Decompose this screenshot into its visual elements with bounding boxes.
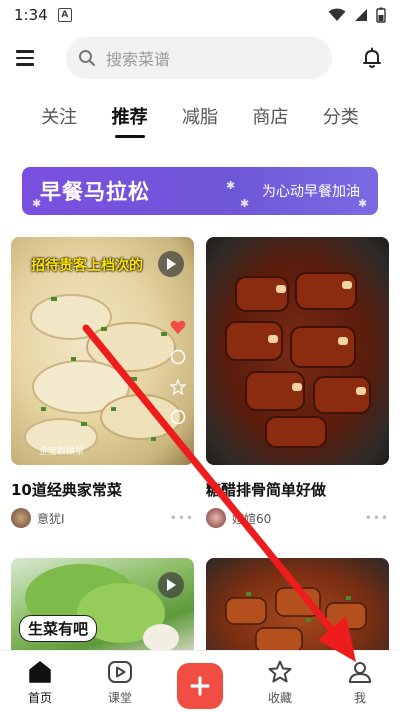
recipe-meta: 意犹I ••• <box>11 508 194 528</box>
banner-title: 早餐马拉松 <box>40 180 150 204</box>
sparkle-icon: ✱ <box>358 197 368 210</box>
tab-categories[interactable]: 分类 <box>323 96 359 136</box>
heart-icon[interactable] <box>170 319 186 335</box>
menu-icon[interactable] <box>16 46 40 70</box>
tab-recommend[interactable]: 推荐 <box>112 96 148 138</box>
recipe-thumbnail: 生菜有吧 <box>11 558 194 658</box>
tab-follow[interactable]: 关注 <box>41 96 77 136</box>
video-play-icon[interactable] <box>158 572 184 598</box>
sparkle-icon: ✱ <box>32 197 42 210</box>
avatar[interactable] <box>11 508 31 528</box>
recipe-meta: 媗媗60 ••• <box>206 508 389 528</box>
sparkle-icon: ✱ <box>226 179 236 192</box>
video-overlay-caption: 招待贵客上档次的 <box>31 258 143 274</box>
banner-subtitle: 为心动早餐加油 <box>262 184 360 200</box>
stirfry-illustration <box>225 587 367 653</box>
search-icon <box>79 50 95 66</box>
home-icon <box>29 661 51 683</box>
notification-a-icon: A <box>57 8 72 22</box>
recipe-card[interactable]: 糖醋排骨简单好做 媗媗60 ••• <box>206 237 389 528</box>
search-placeholder: 搜索菜谱 <box>106 50 171 69</box>
bottom-navigation: 首页 课堂 收藏 我 <box>0 650 400 712</box>
sparkle-icon: ✱ <box>240 197 250 210</box>
nav-favorites[interactable]: 收藏 <box>245 659 315 706</box>
more-options-icon[interactable]: ••• <box>365 511 389 525</box>
search-input[interactable]: 搜索菜谱 <box>66 37 332 79</box>
recipe-card[interactable]: 招待贵客上档次的 金宝教做菜 10道经典家常菜 意犹I ••• <box>11 237 194 528</box>
breakfast-marathon-banner[interactable]: ✱ ✱ ✱ ✱ 早餐马拉松 为心动早餐加油 <box>22 167 378 215</box>
recipe-thumbnail <box>206 237 389 465</box>
top-header: 搜索菜谱 <box>0 34 400 82</box>
person-icon <box>349 662 371 683</box>
star-icon <box>268 660 292 683</box>
add-recipe-button[interactable] <box>177 663 223 709</box>
video-caption-bubble: 生菜有吧 <box>19 615 98 642</box>
nav-favorites-label: 收藏 <box>267 691 292 705</box>
author-name[interactable]: 媗媗60 <box>232 510 271 527</box>
nav-home[interactable]: 首页 <box>5 659 75 706</box>
recipe-card[interactable] <box>206 558 389 658</box>
ribs-illustration <box>225 272 371 448</box>
battery-icon <box>376 7 386 23</box>
nav-me-label: 我 <box>353 691 366 705</box>
bell-icon[interactable] <box>360 46 384 70</box>
video-play-icon[interactable] <box>158 251 184 277</box>
status-bar: 1:34 A <box>0 0 400 30</box>
author-name[interactable]: 意犹I <box>37 510 65 527</box>
plus-icon <box>190 676 210 696</box>
comment-icon[interactable] <box>170 349 186 365</box>
nav-classroom-label: 课堂 <box>107 691 132 705</box>
video-side-actions <box>170 319 186 425</box>
video-watermark: 金宝教做菜 <box>39 447 85 457</box>
more-options-icon[interactable]: ••• <box>170 511 194 525</box>
signal-icon <box>355 9 367 21</box>
wifi-icon <box>328 8 346 21</box>
tab-shop[interactable]: 商店 <box>252 96 288 136</box>
nav-me[interactable]: 我 <box>325 659 395 706</box>
recipe-card[interactable]: 生菜有吧 <box>11 558 194 658</box>
category-tabs: 关注 推荐 减脂 商店 分类 <box>0 96 400 140</box>
status-icons <box>328 7 386 23</box>
nav-home-label: 首页 <box>27 691 52 705</box>
recipe-title[interactable]: 糖醋排骨简单好做 <box>206 479 389 500</box>
avatar[interactable] <box>206 508 226 528</box>
recipe-thumbnail <box>206 558 389 658</box>
nav-classroom[interactable]: 课堂 <box>85 659 155 706</box>
share-icon[interactable] <box>170 409 186 425</box>
tab-diet[interactable]: 减脂 <box>182 96 218 136</box>
nav-add[interactable] <box>165 659 235 709</box>
recipe-title[interactable]: 10道经典家常菜 <box>11 479 194 500</box>
recipe-thumbnail: 招待贵客上档次的 金宝教做菜 <box>11 237 194 465</box>
favorite-icon[interactable] <box>170 379 186 395</box>
play-square-icon <box>108 661 132 683</box>
status-time: 1:34 <box>14 6 48 24</box>
